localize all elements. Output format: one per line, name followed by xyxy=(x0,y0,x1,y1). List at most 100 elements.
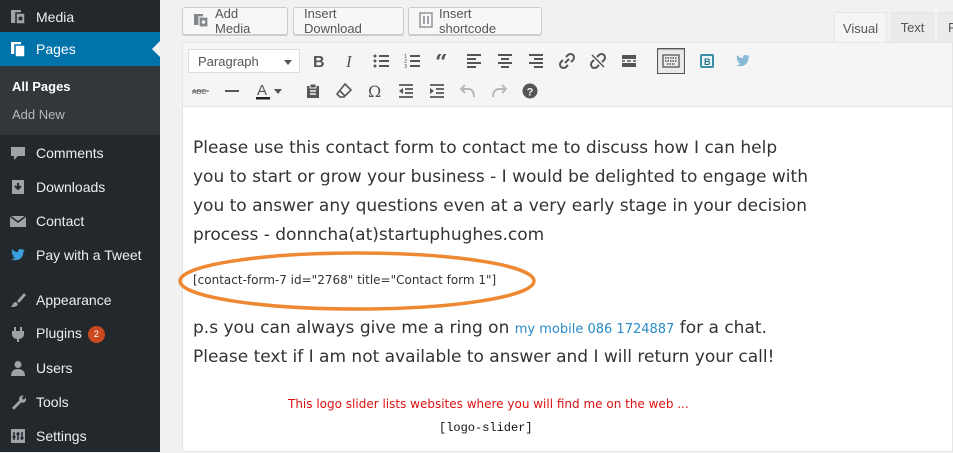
menu-item-media[interactable]: Media xyxy=(0,0,160,34)
read-more-icon xyxy=(622,55,636,67)
menu-item-plugins[interactable]: Plugins 2 xyxy=(0,317,160,351)
insert-link-button[interactable] xyxy=(555,49,579,73)
indent-icon xyxy=(430,84,444,98)
b-box-icon: B xyxy=(700,54,714,68)
svg-text:B: B xyxy=(313,54,325,69)
read-more-button[interactable] xyxy=(617,49,641,73)
menu-item-appearance[interactable]: Appearance xyxy=(0,283,160,317)
logo-slider-note: This logo slider lists websites where yo… xyxy=(288,397,689,411)
text-color-dropdown[interactable] xyxy=(271,79,285,103)
menu-item-pay-with-a-tweet[interactable]: Pay with a Tweet xyxy=(0,238,160,272)
menu-label-pages: Pages xyxy=(36,41,76,57)
menu-item-pages[interactable]: Pages xyxy=(0,32,160,66)
italic-button[interactable]: I xyxy=(338,49,362,73)
comments-icon xyxy=(8,143,28,163)
content-line-3: you to answer any questions even at a ve… xyxy=(193,196,807,216)
clear-formatting-button[interactable] xyxy=(332,79,356,103)
clipboard-icon xyxy=(307,83,319,98)
menu-label-contact: Contact xyxy=(36,213,85,229)
align-right-icon xyxy=(529,54,543,68)
ps-line-2: Please text if I am not available to ans… xyxy=(193,347,775,367)
add-media-button[interactable]: Add Media xyxy=(182,6,288,36)
menu-item-settings[interactable]: Settings xyxy=(0,419,160,453)
editor-content[interactable]: Please use this contact form to contact … xyxy=(178,106,953,452)
special-character-button[interactable]: Ω xyxy=(363,79,387,103)
mobile-link[interactable]: my mobile 086 1724887 xyxy=(515,322,675,337)
unlink-icon xyxy=(589,52,607,70)
tab-visual[interactable]: Visual xyxy=(834,12,887,43)
bulleted-list-button[interactable] xyxy=(369,49,393,73)
menu-item-users[interactable]: Users xyxy=(0,351,160,385)
decrease-indent-button[interactable] xyxy=(394,79,418,103)
strikethrough-icon: ABC xyxy=(192,89,209,96)
svg-text:ABC: ABC xyxy=(192,89,206,96)
increase-indent-button[interactable] xyxy=(425,79,449,103)
brush-icon xyxy=(8,290,28,310)
content-line-4: process - donncha(at)startuphughes.com xyxy=(193,225,545,245)
menu-item-tools[interactable]: Tools xyxy=(0,385,160,419)
strikethrough-button[interactable]: ABC xyxy=(189,79,213,103)
insert-shortcode-button[interactable]: Insert shortcode xyxy=(408,6,542,36)
highlight-ellipse xyxy=(178,251,536,311)
bootstrap-shortcode-button[interactable]: B xyxy=(695,49,719,73)
menu-item-contact[interactable]: Contact xyxy=(0,204,160,238)
menu-label-tools: Tools xyxy=(36,394,69,410)
insert-shortcode-label: Insert shortcode xyxy=(439,6,497,36)
undo-button[interactable] xyxy=(456,79,480,103)
ps-suffix: for a chat. xyxy=(679,318,767,338)
add-media-label: Add Media xyxy=(215,6,251,36)
numbered-list-button[interactable]: 123 xyxy=(400,49,424,73)
menu-label-appearance: Appearance xyxy=(36,292,112,308)
blockquote-icon: “ xyxy=(435,54,448,68)
eraser-icon xyxy=(336,83,352,98)
post-editor: Add Media Insert Download Insert shortco… xyxy=(160,0,953,452)
submenu-add-new[interactable]: Add New xyxy=(12,107,65,122)
ps-line-1: p.s you can always give me a ring on my … xyxy=(193,314,767,344)
paste-as-text-button[interactable] xyxy=(301,79,325,103)
tab-partial[interactable]: P xyxy=(938,12,953,42)
content-line-2: you to start or grow your business - I w… xyxy=(193,167,808,187)
content-line-1: Please use this contact form to contact … xyxy=(193,138,778,158)
keyboard-shortcuts-button[interactable]: ? xyxy=(518,79,542,103)
redo-icon xyxy=(492,84,507,98)
settings-icon xyxy=(8,426,28,446)
horizontal-line-button[interactable] xyxy=(220,79,244,103)
format-select[interactable]: Paragraph xyxy=(188,49,300,73)
wrench-icon xyxy=(8,392,28,412)
plugins-update-badge: 2 xyxy=(87,325,105,343)
users-icon xyxy=(8,358,28,378)
redo-button[interactable] xyxy=(487,79,511,103)
toolbar-toggle-button[interactable] xyxy=(657,48,685,74)
align-center-button[interactable] xyxy=(493,49,517,73)
menu-label-downloads: Downloads xyxy=(36,179,106,195)
text-color-icon: A xyxy=(256,82,270,100)
twitter-bird-icon xyxy=(736,55,750,67)
ps-prefix: p.s you can always give me a ring on xyxy=(193,318,510,338)
downloads-icon xyxy=(8,177,28,197)
bold-icon: B xyxy=(313,54,325,69)
submenu-all-pages[interactable]: All Pages xyxy=(12,79,71,94)
align-left-button[interactable] xyxy=(462,49,486,73)
svg-text:I: I xyxy=(345,53,353,69)
add-media-icon xyxy=(193,12,209,31)
bold-button[interactable]: B xyxy=(307,49,331,73)
align-right-button[interactable] xyxy=(524,49,548,73)
bulleted-list-icon xyxy=(373,54,389,68)
omega-icon: Ω xyxy=(368,83,381,99)
tweet-button[interactable] xyxy=(729,49,753,73)
insert-download-button[interactable]: Insert Download xyxy=(293,6,404,36)
svg-text:?: ? xyxy=(527,87,534,99)
outdent-icon xyxy=(399,84,413,98)
editor-toolbar: Paragraph B I 123 “ B ABC A Ω ? xyxy=(182,42,953,106)
link-icon xyxy=(558,52,576,70)
menu-item-comments[interactable]: Comments xyxy=(0,136,160,170)
remove-link-button[interactable] xyxy=(586,49,610,73)
tab-text[interactable]: Text xyxy=(891,12,934,42)
blockquote-button[interactable]: “ xyxy=(431,49,455,73)
menu-item-downloads[interactable]: Downloads xyxy=(0,170,160,204)
plugins-icon xyxy=(8,324,28,344)
chevron-down-icon xyxy=(284,60,292,65)
numbered-list-icon: 123 xyxy=(404,54,420,68)
svg-text:Ω: Ω xyxy=(368,83,381,99)
menu-label-comments: Comments xyxy=(36,145,104,161)
